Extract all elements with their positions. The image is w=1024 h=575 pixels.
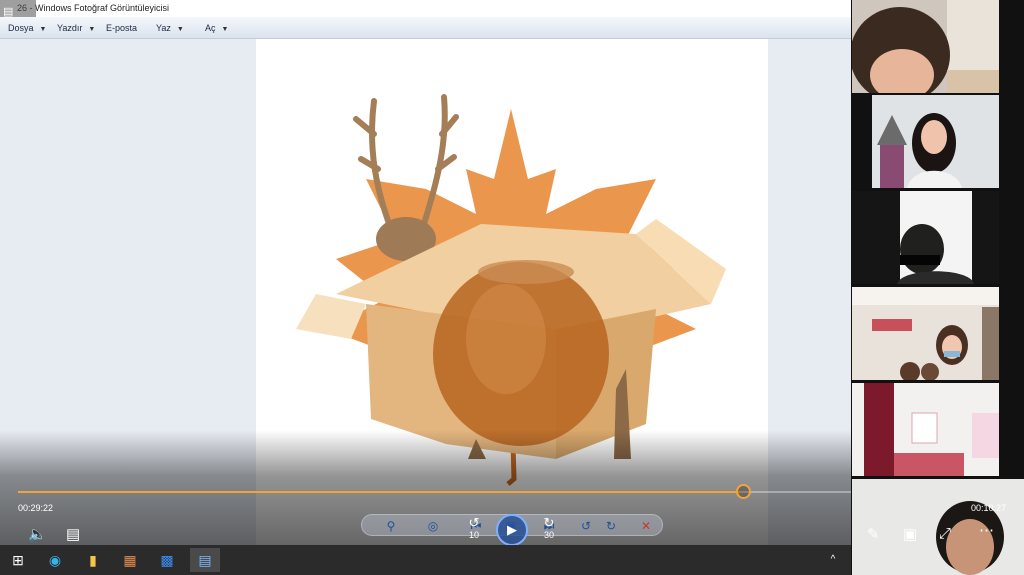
- participant-tile[interactable]: [852, 0, 999, 93]
- participant-video: [852, 191, 999, 284]
- participant-tile[interactable]: [852, 383, 999, 476]
- menu-label: Yazdır: [57, 23, 83, 33]
- skip-forward-label: 30: [543, 530, 554, 540]
- rotate-left-icon[interactable]: ↺: [577, 517, 595, 535]
- screen: 26 - Windows Fotoğraf Görüntüleyicisi ▤ …: [0, 0, 1024, 575]
- captions-icon[interactable]: ▤: [66, 525, 80, 543]
- taskbar: ⊞ ◉ ▮ ▦ ▩ ▤ ^: [0, 545, 851, 575]
- progress-track[interactable]: [18, 491, 851, 493]
- minimize-icon[interactable]: ⤢: [939, 525, 951, 542]
- play-icon: ▶: [507, 522, 517, 537]
- more-options-icon[interactable]: ⋯: [979, 521, 994, 539]
- photo-viewer-window: 26 - Windows Fotoğraf Görüntüleyicisi ▤ …: [0, 0, 851, 545]
- title-bar: 26 - Windows Fotoğraf Görüntüleyicisi: [0, 0, 851, 17]
- fit-icon[interactable]: ◎: [424, 517, 442, 535]
- picture-in-picture-icon[interactable]: ▣: [903, 525, 917, 543]
- skip-back-icon: ↺: [468, 515, 480, 530]
- play-button[interactable]: ▶: [496, 514, 528, 545]
- rotate-right-icon[interactable]: ↻: [602, 517, 620, 535]
- chevron-down-icon: ▼: [176, 26, 184, 33]
- participant-video: [852, 0, 999, 93]
- windows-start-icon[interactable]: ⊞: [5, 548, 31, 572]
- participant-video: [852, 95, 999, 188]
- edge-browser-icon[interactable]: ◉: [42, 548, 68, 572]
- menu-eposta[interactable]: E-posta: [106, 17, 137, 39]
- participant-video: [852, 383, 999, 476]
- zoom-icon[interactable]: ⚲: [382, 517, 400, 535]
- progress-fill: [18, 491, 743, 493]
- skip-forward-icon: ↻: [543, 515, 555, 530]
- menu-yaz[interactable]: Yaz ▼: [156, 17, 184, 39]
- chevron-down-icon: ▼: [39, 26, 47, 33]
- menu-label: Yaz: [156, 23, 171, 33]
- window-title: 26 - Windows Fotoğraf Görüntüleyicisi: [17, 3, 170, 13]
- skip-back-button[interactable]: ↺ 10: [462, 516, 486, 542]
- participant-tile[interactable]: [852, 95, 999, 188]
- skip-forward-button[interactable]: ↻ 30: [537, 516, 561, 542]
- menu-bar: Dosya ▼ Yazdır ▼ E-posta Yaz ▼ Aç ▼: [0, 17, 851, 39]
- chevron-down-icon: ▼: [221, 26, 229, 33]
- menu-label: Aç: [205, 23, 216, 33]
- menu-label: Dosya: [8, 23, 34, 33]
- volume-icon[interactable]: 🔈: [28, 525, 47, 543]
- menu-label: E-posta: [106, 23, 138, 33]
- remaining-time: 00:10:27: [971, 503, 1007, 513]
- photo-viewer-icon[interactable]: ▤: [190, 548, 220, 572]
- zoom-app-icon[interactable]: ▩: [154, 548, 180, 572]
- delete-icon[interactable]: ✕: [637, 517, 655, 535]
- menu-yazdir[interactable]: Yazdır ▼: [57, 17, 95, 39]
- participant-video: [852, 287, 999, 380]
- participant-tile[interactable]: [852, 191, 999, 284]
- elapsed-time: 00:29:22: [18, 503, 54, 513]
- progress-knob[interactable]: [736, 484, 751, 499]
- edit-icon[interactable]: ✎: [867, 525, 880, 543]
- chevron-down-icon: ▼: [88, 26, 96, 33]
- participant-tile[interactable]: [852, 287, 999, 380]
- skip-back-label: 10: [468, 530, 479, 540]
- participant-strip: 00:10:27 ✎ ▣ ⤢ ⋯: [851, 0, 1024, 575]
- file-explorer-icon[interactable]: ▮: [80, 548, 106, 572]
- menu-dosya[interactable]: Dosya ▼: [8, 17, 46, 39]
- chevron-up-icon[interactable]: ^: [820, 548, 846, 572]
- paint-icon[interactable]: ▦: [117, 548, 143, 572]
- menu-ac[interactable]: Aç ▼: [205, 17, 228, 39]
